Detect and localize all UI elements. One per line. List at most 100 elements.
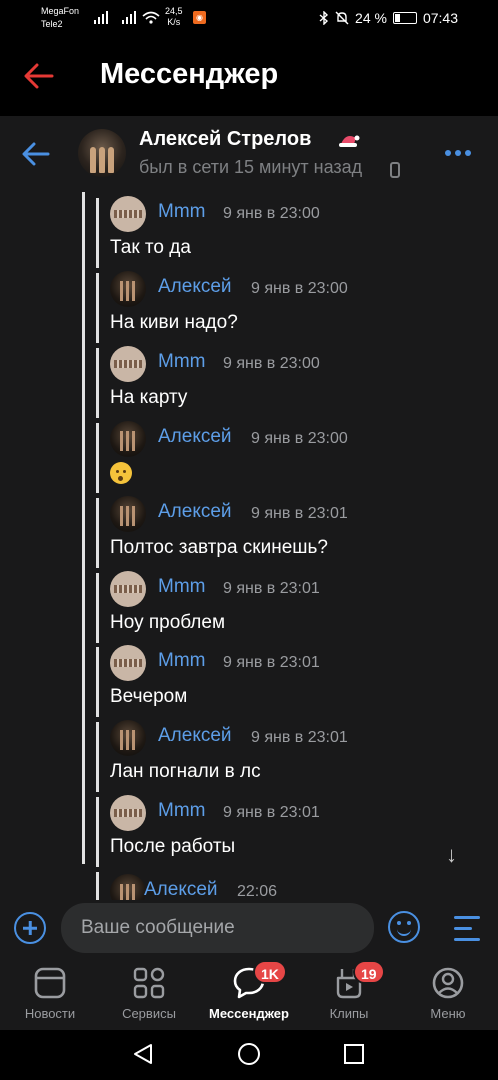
message-time: 9 янв в 23:01 [223, 579, 320, 597]
contact-avatar[interactable] [78, 129, 126, 177]
message-time: 9 янв в 23:01 [223, 804, 320, 822]
message-time: 22:06 [237, 883, 278, 900]
clips-badge: 19 [353, 960, 385, 984]
message-author[interactable]: Алексей [158, 501, 232, 523]
avatar[interactable] [110, 645, 146, 682]
chat-back-icon[interactable] [22, 142, 50, 166]
carrier-1: MegaFon [41, 6, 80, 16]
bottom-tab-bar: Новости Сервисы 1K Мессенджер 19 Клипы М… [0, 958, 498, 1030]
message-composer [0, 900, 498, 958]
emoji-button[interactable] [388, 911, 420, 943]
tab-services[interactable]: Сервисы [99, 958, 199, 1030]
bluetooth-icon [319, 11, 329, 25]
message-item[interactable]: Mmm 9 янв в 23:00 Так то да [96, 196, 476, 268]
signal-icon [94, 11, 108, 24]
nav-recents-icon[interactable] [343, 1043, 365, 1065]
back-arrow-icon[interactable] [24, 63, 54, 89]
profile-icon [432, 967, 464, 999]
message-time: 9 янв в 23:01 [251, 729, 348, 747]
message-author[interactable]: Mmm [158, 201, 205, 223]
avatar[interactable] [110, 196, 146, 232]
avatar[interactable] [110, 495, 146, 532]
message-time: 9 янв в 23:01 [223, 654, 320, 672]
message-item[interactable]: Алексей 9 янв в 23:00 На киви надо? [96, 270, 476, 343]
partial-message[interactable]: Алексей 22:06 [82, 872, 482, 900]
app-notification-icon: ◉ [193, 11, 206, 24]
services-icon [133, 967, 165, 999]
avatar[interactable] [110, 795, 146, 832]
tab-news[interactable]: Новости [0, 958, 100, 1030]
quote-line [96, 198, 99, 268]
signal-icon-2 [122, 11, 136, 24]
mute-bell-icon [335, 11, 349, 25]
message-text: На киви надо? [110, 311, 238, 333]
carrier-info: MegaFon Tele2 [41, 5, 79, 31]
tab-menu[interactable]: Меню [398, 958, 498, 1030]
message-author[interactable]: Алексей [158, 725, 232, 747]
message-item[interactable]: Mmm 9 янв в 23:01 Вечером [96, 645, 476, 718]
nav-home-icon[interactable] [237, 1042, 261, 1066]
quote-line [96, 647, 99, 718]
quote-line [96, 497, 99, 568]
message-text: Так то да [110, 237, 191, 258]
nav-back-icon[interactable] [131, 1042, 155, 1066]
message-item[interactable]: Алексей 9 янв в 23:00 [96, 420, 476, 493]
message-author[interactable]: Алексей [158, 276, 232, 298]
message-author[interactable]: Mmm [158, 800, 205, 822]
message-author[interactable]: Алексей [158, 426, 232, 448]
quote-line [96, 722, 99, 793]
message-item[interactable]: Алексей 9 янв в 23:01 Полтос завтра скинеш… [96, 495, 476, 568]
tab-messenger[interactable]: 1K Мессенджер [199, 958, 299, 1030]
message-item[interactable]: Mmm 9 янв в 23:00 На карту [96, 345, 476, 418]
quote-line [96, 422, 99, 493]
message-text: Вечером [110, 686, 188, 708]
avatar [110, 874, 146, 900]
message-text: На карту [110, 386, 188, 408]
quote-line [96, 272, 99, 343]
message-list[interactable]: ↓ Алексей 22:06 Mmm 9 янв в 23:00 Так то д… [0, 192, 498, 900]
avatar[interactable] [110, 345, 146, 382]
message-text: Полтос завтра скинешь? [110, 536, 328, 558]
battery-percent: 24 % [355, 10, 387, 26]
messenger-badge: 1K [253, 960, 287, 984]
message-author[interactable]: Mmm [158, 351, 205, 373]
more-options-icon[interactable] [445, 150, 471, 156]
message-item[interactable]: Алексей 9 янв в 23:01 Лан погнали в лс [96, 720, 476, 793]
avatar[interactable] [110, 570, 146, 607]
message-time: 9 янв в 23:00 [223, 205, 320, 222]
message-author: Алексей [144, 879, 218, 900]
avatar[interactable] [110, 420, 146, 457]
contact-name[interactable]: Алексей Стрелов [139, 128, 311, 151]
contact-last-seen: был в сети 15 минут назад [139, 157, 363, 177]
santa-hat-icon [339, 135, 360, 147]
bot-keyboard-icon[interactable] [452, 914, 482, 942]
message-emoji [110, 461, 132, 490]
avatar[interactable] [110, 270, 146, 307]
quote-line [96, 797, 99, 868]
system-navigation-bar [0, 1030, 498, 1080]
quote-line [96, 347, 99, 418]
message-author[interactable]: Mmm [158, 576, 205, 598]
avatar[interactable] [110, 720, 146, 757]
message-item[interactable]: Mmm 9 янв в 23:01 После работы [96, 795, 476, 868]
message-text: Ноу проблем [110, 611, 226, 633]
attach-button[interactable] [14, 912, 46, 944]
message-input[interactable] [61, 903, 374, 953]
wifi-icon [142, 11, 160, 24]
quote-line [96, 572, 99, 643]
forwarded-quote-line [82, 192, 85, 864]
thinking-face-icon [110, 461, 132, 484]
message-item[interactable]: Mmm 9 янв в 23:01 Ноу проблем [96, 570, 476, 643]
chat-header: Алексей Стрелов был в сети 15 минут наза… [0, 116, 498, 192]
page-title: Мессенджер [100, 58, 279, 90]
clock: 07:43 [422, 10, 458, 26]
message-time: 9 янв в 23:00 [223, 354, 320, 372]
status-bar: MegaFon Tele2 24,5 K/s ◉ 24 % 07:43 [0, 0, 498, 40]
message-text: Лан погнали в лс [110, 761, 261, 783]
status-right: 24 % 07:43 [319, 10, 458, 26]
news-icon [34, 967, 66, 999]
message-text: После работы [110, 836, 236, 858]
tab-clips[interactable]: 19 Клипы [299, 958, 399, 1030]
message-time: 9 янв в 23:00 [251, 429, 348, 447]
message-author[interactable]: Mmm [158, 650, 205, 672]
